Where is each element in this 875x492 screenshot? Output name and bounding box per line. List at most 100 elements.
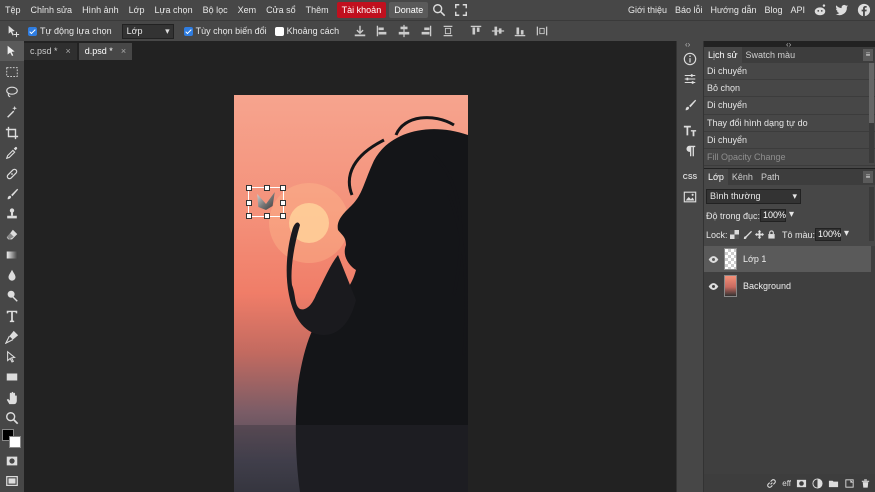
menu-layer[interactable]: Lớp — [124, 0, 150, 20]
transform-controls-check[interactable] — [183, 26, 193, 36]
mask-icon[interactable] — [796, 478, 807, 489]
history-item[interactable]: Fill Opacity Change — [704, 149, 875, 167]
info-panel-button[interactable] — [677, 49, 703, 69]
panel-menu-icon[interactable]: ≡ — [863, 49, 873, 61]
reddit-icon[interactable] — [813, 3, 827, 17]
menu-about[interactable]: Giới thiệu — [624, 5, 671, 15]
layer-row-layer1[interactable]: Lớp 1 — [704, 246, 871, 272]
distances-check[interactable] — [274, 26, 284, 36]
account-button[interactable]: Tài khoản — [336, 2, 387, 18]
fullscreen-icon[interactable] — [454, 3, 468, 17]
menu-more[interactable]: Thêm — [301, 0, 334, 20]
blend-mode-dropdown[interactable]: Bình thường — [706, 189, 801, 204]
tool-hand[interactable] — [0, 388, 24, 408]
donate-button[interactable]: Donate — [389, 2, 429, 18]
history-item[interactable]: Di chuyển — [704, 97, 875, 115]
tool-eraser[interactable] — [0, 225, 24, 245]
adjustment-layer-icon[interactable] — [812, 477, 823, 489]
brush-panel-button[interactable] — [677, 95, 703, 115]
doc-tab-d[interactable]: d.psd * × — [78, 43, 133, 60]
tool-quick-mask[interactable] — [0, 451, 24, 471]
trash-icon[interactable] — [860, 478, 871, 489]
transform-handle[interactable] — [246, 213, 252, 219]
effects-icon[interactable]: eff — [782, 478, 791, 489]
facebook-icon[interactable] — [857, 3, 871, 17]
menu-api[interactable]: API — [786, 5, 809, 15]
tool-zoom[interactable] — [0, 408, 24, 428]
tool-crop[interactable] — [0, 123, 24, 143]
folder-icon[interactable] — [828, 478, 839, 489]
history-item[interactable]: Bỏ chọn — [704, 80, 875, 98]
menu-report-bug[interactable]: Báo lỗi — [671, 5, 707, 15]
fill-input[interactable]: 100% — [815, 228, 841, 241]
transform-handle[interactable] — [264, 213, 270, 219]
history-item[interactable]: Thay đổi hình dạng tự do — [704, 115, 875, 132]
opacity-dropdown-arrow[interactable]: ▾ — [789, 209, 794, 220]
menu-filter[interactable]: Bộ lọc — [198, 0, 233, 20]
tool-type[interactable] — [0, 306, 24, 326]
options-scrollbar[interactable] — [869, 187, 874, 241]
panel-menu-icon[interactable]: ≡ — [863, 171, 873, 183]
tool-gradient[interactable] — [0, 245, 24, 265]
layer-name[interactable]: Lớp 1 — [743, 254, 766, 264]
tool-dodge[interactable] — [0, 286, 24, 306]
tool-move[interactable] — [0, 41, 24, 62]
scroll-thumb[interactable] — [869, 63, 874, 123]
align-left-icon[interactable] — [375, 24, 389, 38]
tool-screen-mode[interactable] — [0, 471, 24, 491]
layer-name[interactable]: Background — [743, 281, 791, 291]
download-icon[interactable] — [353, 24, 367, 38]
tool-marquee[interactable] — [0, 61, 24, 81]
background-color-swatch[interactable] — [9, 436, 21, 448]
transform-bounding-box[interactable] — [246, 185, 286, 219]
tool-blur[interactable] — [0, 265, 24, 285]
menu-view[interactable]: Xem — [233, 0, 262, 20]
auto-select-checkbox[interactable]: Tự động lựa chọn — [28, 26, 112, 36]
transform-handle[interactable] — [280, 185, 286, 191]
tool-rectangle[interactable] — [0, 367, 24, 387]
tool-healing[interactable] — [0, 163, 24, 183]
menu-file[interactable]: Tệp — [0, 0, 26, 20]
image-panel-button[interactable] — [677, 187, 703, 207]
paragraph-panel-button[interactable] — [677, 141, 703, 161]
twitter-icon[interactable] — [835, 3, 849, 17]
align-top-icon[interactable] — [469, 24, 483, 38]
menu-window[interactable]: Cửa sổ — [261, 0, 301, 20]
css-panel-button[interactable]: CSS — [677, 167, 703, 187]
visibility-toggle[interactable] — [704, 254, 722, 265]
menu-edit[interactable]: Chỉnh sửa — [26, 0, 78, 20]
tab-paths[interactable]: Path — [757, 169, 784, 185]
tool-pen[interactable] — [0, 326, 24, 346]
search-icon[interactable] — [432, 3, 446, 17]
transform-handle[interactable] — [246, 185, 252, 191]
close-icon[interactable]: × — [66, 46, 71, 56]
distribute-icon[interactable] — [441, 24, 455, 38]
tab-layers[interactable]: Lớp — [704, 169, 728, 185]
lock-transparency-icon[interactable] — [730, 230, 739, 239]
tab-swatches[interactable]: Swatch màu — [742, 47, 800, 63]
align-middle-v-icon[interactable] — [491, 24, 505, 38]
adjustments-panel-button[interactable] — [677, 69, 703, 89]
distribute-h-icon[interactable] — [535, 24, 549, 38]
transform-handle[interactable] — [280, 213, 286, 219]
layer-row-background[interactable]: Background — [704, 273, 871, 299]
fill-dropdown-arrow[interactable]: ▾ — [844, 228, 849, 239]
auto-select-target-dropdown[interactable]: Lớp — [121, 23, 174, 39]
canvas-image[interactable] — [234, 95, 468, 492]
tool-lasso[interactable] — [0, 82, 24, 102]
visibility-toggle[interactable] — [704, 281, 722, 292]
history-scrollbar[interactable] — [869, 63, 874, 163]
doc-tab-c[interactable]: c.psd * × — [24, 43, 77, 60]
distances-checkbox[interactable]: Khoảng cách — [274, 26, 339, 36]
lock-position-icon[interactable] — [755, 230, 764, 239]
menu-tutorials[interactable]: Hướng dẫn — [707, 5, 761, 15]
tool-brush[interactable] — [0, 184, 24, 204]
tab-history[interactable]: Lịch sử — [704, 47, 742, 63]
character-panel-button[interactable] — [677, 121, 703, 141]
history-item[interactable]: Di chuyển — [704, 132, 875, 149]
menu-image[interactable]: Hình ảnh — [77, 0, 124, 20]
collapse-arrows-icon[interactable]: ‹› — [685, 40, 690, 49]
transform-handle[interactable] — [246, 200, 252, 206]
tool-clone-stamp[interactable] — [0, 204, 24, 224]
tool-path-select[interactable] — [0, 347, 24, 367]
